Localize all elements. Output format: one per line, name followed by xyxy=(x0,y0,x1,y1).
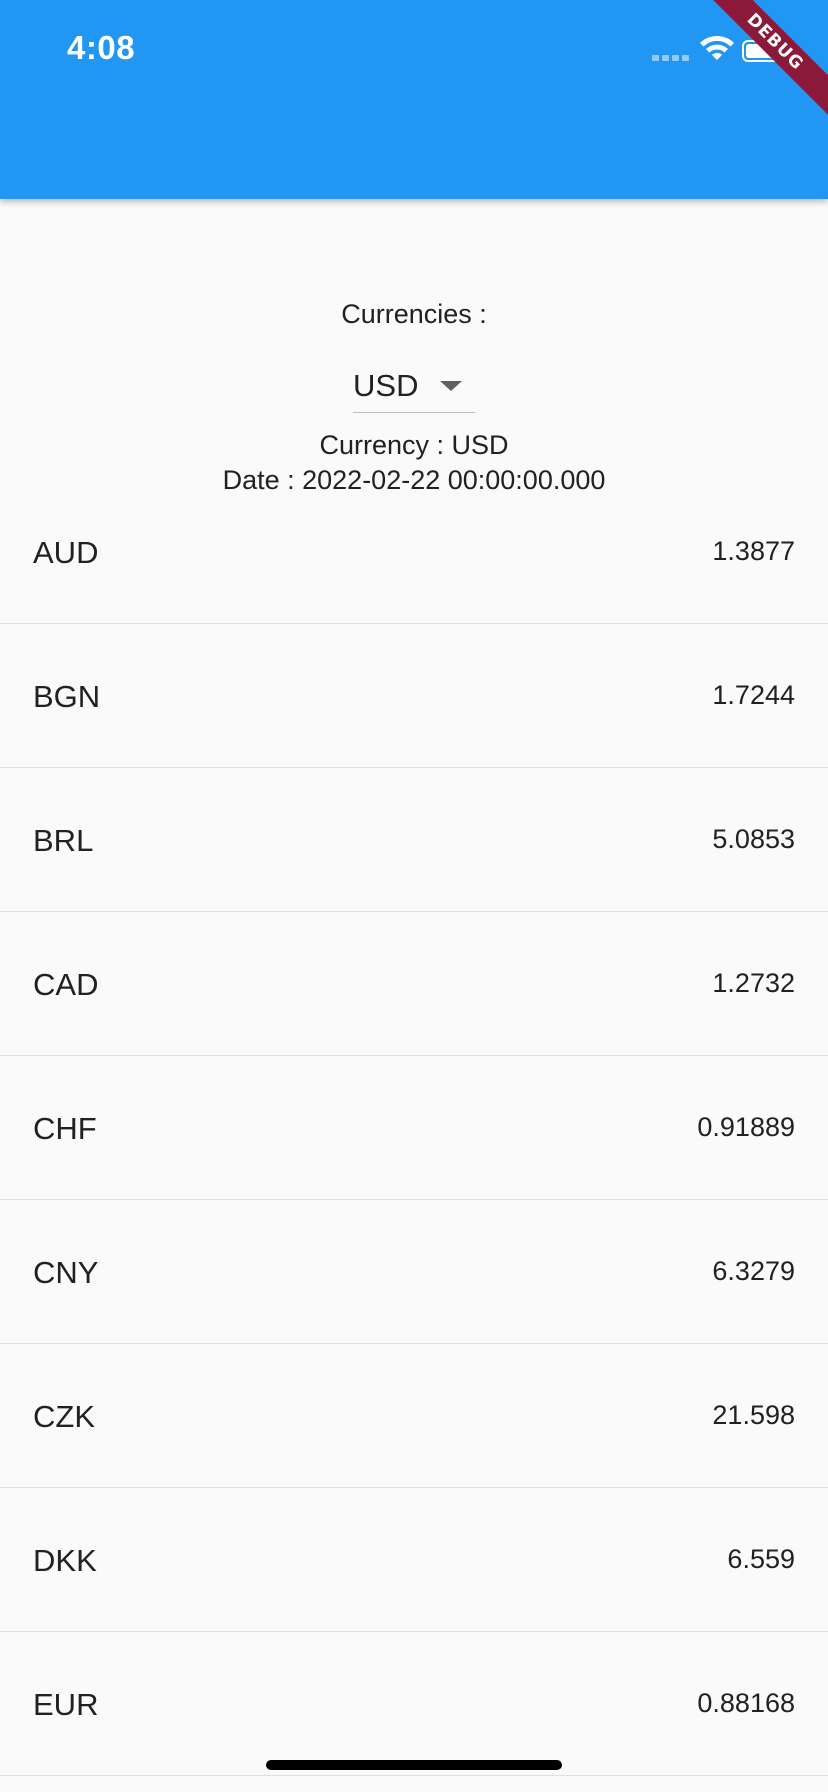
currency-dropdown[interactable]: USD xyxy=(353,359,475,413)
currency-rate: 21.598 xyxy=(712,1400,795,1430)
battery-icon xyxy=(742,40,794,62)
currency-code: CHF xyxy=(33,1111,97,1146)
currency-dropdown-value: USD xyxy=(353,367,419,403)
status-time: 4:08 xyxy=(67,29,136,66)
currencies-label: Currencies : xyxy=(341,299,487,329)
dropdown-arrow-icon xyxy=(440,380,463,391)
currency-rate: 1.3877 xyxy=(712,536,795,566)
currency-rate: 6.3279 xyxy=(712,1256,795,1286)
currency-line: Currency : USD xyxy=(319,430,509,460)
currency-rate: 1.2732 xyxy=(712,968,795,998)
app-bar: 4:08 xyxy=(0,0,828,199)
currency-rate: 0.88168 xyxy=(697,1688,795,1718)
currency-code: CNY xyxy=(33,1255,99,1290)
currency-rate: 6.559 xyxy=(727,1544,795,1574)
currency-rate: 0.91889 xyxy=(697,1112,795,1142)
currency-code: CZK xyxy=(33,1399,95,1434)
home-indicator[interactable] xyxy=(266,1760,562,1770)
list-item[interactable]: EUR 0.88168 xyxy=(0,1632,828,1776)
currency-code: CAD xyxy=(33,967,99,1002)
list-item[interactable]: CAD 1.2732 xyxy=(0,912,828,1056)
list-item[interactable]: DKK 6.559 xyxy=(0,1488,828,1632)
wifi-icon xyxy=(700,36,734,60)
list-item[interactable]: CZK 21.598 xyxy=(0,1344,828,1488)
list-item[interactable]: BRL 5.0853 xyxy=(0,768,828,912)
list-item[interactable]: BGN 1.7244 xyxy=(0,624,828,768)
currency-code: BGN xyxy=(33,679,101,714)
list-item[interactable]: CNY 6.3279 xyxy=(0,1200,828,1344)
currency-rate: 1.7244 xyxy=(712,680,795,710)
currency-code: EUR xyxy=(33,1687,99,1722)
currency-code: DKK xyxy=(33,1543,97,1578)
signal-icon xyxy=(652,55,689,61)
currency-code: AUD xyxy=(33,535,99,570)
currency-code: BRL xyxy=(33,823,94,858)
currency-rate: 5.0853 xyxy=(712,824,795,854)
list-item[interactable]: AUD 1.3877 xyxy=(0,480,828,624)
list-item[interactable]: CHF 0.91889 xyxy=(0,1056,828,1200)
rates-list: AUD 1.3877 BGN 1.7244 BRL 5.0853 CAD 1.2… xyxy=(0,480,828,1776)
